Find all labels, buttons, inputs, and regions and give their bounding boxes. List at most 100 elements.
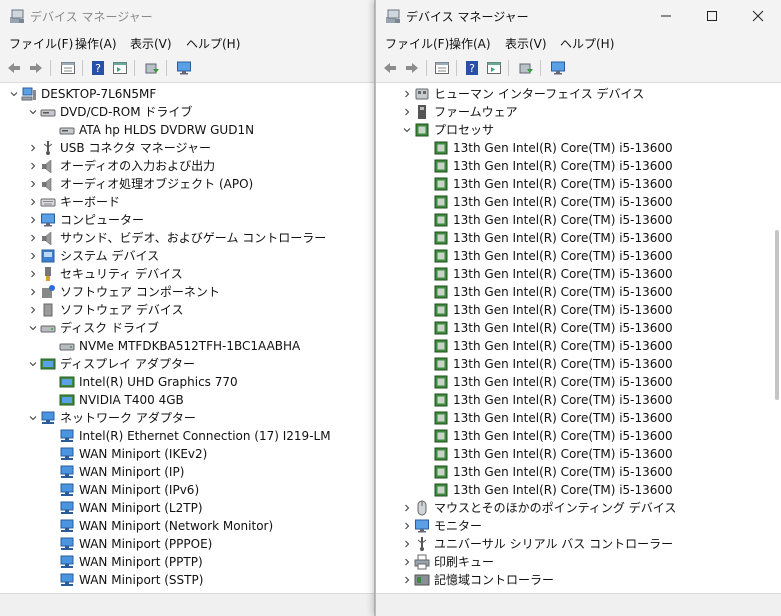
menu-action[interactable]: 操作(A) xyxy=(75,35,117,52)
chevron-down-icon[interactable] xyxy=(8,85,20,103)
chevron-right-icon[interactable] xyxy=(401,85,413,103)
menu-action[interactable]: 操作(A) xyxy=(449,35,491,52)
menu-file[interactable]: ファイル(F) xyxy=(385,35,449,52)
tree-item[interactable]: 13th Gen Intel(R) Core(TM) i5-13600 xyxy=(376,373,781,391)
tree-item[interactable]: 13th Gen Intel(R) Core(TM) i5-13600 xyxy=(376,337,781,355)
chevron-right-icon[interactable] xyxy=(27,211,39,229)
tree-item[interactable]: Intel(R) UHD Graphics 770 xyxy=(0,373,374,391)
device-tree[interactable]: DESKTOP-7L6N5MF DVD/CD-ROM ドライブ ATA hp HLD… xyxy=(0,83,374,594)
vertical-scrollbar[interactable] xyxy=(775,230,779,400)
chevron-right-icon[interactable] xyxy=(27,247,39,265)
action-pane-icon[interactable] xyxy=(484,58,504,78)
scan-hardware-icon[interactable] xyxy=(142,58,162,78)
chevron-down-icon[interactable] xyxy=(27,103,39,121)
tree-item[interactable]: DVD/CD-ROM ドライブ xyxy=(0,103,374,121)
chevron-down-icon[interactable] xyxy=(27,319,39,337)
tree-item[interactable]: オーディオ処理オブジェクト (APO) xyxy=(0,175,374,193)
tree-item[interactable]: ディスク ドライブ xyxy=(0,319,374,337)
tree-item[interactable]: USB コネクタ マネージャー xyxy=(0,139,374,157)
tree-item[interactable]: 13th Gen Intel(R) Core(TM) i5-13600 xyxy=(376,175,781,193)
chevron-down-icon[interactable] xyxy=(27,355,39,373)
tree-item[interactable]: 13th Gen Intel(R) Core(TM) i5-13600 xyxy=(376,229,781,247)
tree-item[interactable]: ヒューマン インターフェイス デバイス xyxy=(376,85,781,103)
menu-view[interactable]: 表示(V) xyxy=(130,35,172,52)
help-icon[interactable]: ? xyxy=(88,58,108,78)
close-button[interactable] xyxy=(735,0,781,32)
chevron-right-icon[interactable] xyxy=(27,301,39,319)
tree-item[interactable]: ネットワーク アダプター xyxy=(0,409,374,427)
menu-view[interactable]: 表示(V) xyxy=(505,35,547,52)
title-bar[interactable]: デバイス マネージャー xyxy=(376,0,781,32)
tree-item[interactable]: モニター xyxy=(376,517,781,535)
tree-item[interactable]: WAN Miniport (PPPOE) xyxy=(0,535,374,553)
tree-item[interactable]: サウンド、ビデオ、およびゲーム コントローラー xyxy=(0,229,374,247)
forward-arrow-icon[interactable] xyxy=(26,58,46,78)
help-icon[interactable]: ? xyxy=(462,58,482,78)
monitor-icon[interactable] xyxy=(174,58,194,78)
tree-item[interactable]: ファームウェア xyxy=(376,103,781,121)
title-bar[interactable]: デバイス マネージャー xyxy=(0,0,374,32)
tree-item[interactable]: 13th Gen Intel(R) Core(TM) i5-13600 xyxy=(376,247,781,265)
tree-item[interactable]: キーボード xyxy=(0,193,374,211)
chevron-right-icon[interactable] xyxy=(401,571,413,589)
properties-icon[interactable] xyxy=(58,58,78,78)
minimize-button[interactable] xyxy=(643,0,689,32)
tree-item[interactable]: 13th Gen Intel(R) Core(TM) i5-13600 xyxy=(376,193,781,211)
tree-item[interactable]: 13th Gen Intel(R) Core(TM) i5-13600 xyxy=(376,445,781,463)
tree-item[interactable]: 13th Gen Intel(R) Core(TM) i5-13600 xyxy=(376,301,781,319)
scan-hardware-icon[interactable] xyxy=(516,58,536,78)
action-pane-icon[interactable] xyxy=(110,58,130,78)
monitor-icon[interactable] xyxy=(548,58,568,78)
tree-item[interactable]: ATA hp HLDS DVDRW GUD1N xyxy=(0,121,374,139)
tree-item[interactable]: 13th Gen Intel(R) Core(TM) i5-13600 xyxy=(376,481,781,499)
tree-item[interactable]: 13th Gen Intel(R) Core(TM) i5-13600 xyxy=(376,391,781,409)
menu-file[interactable]: ファイル(F) xyxy=(9,35,73,52)
tree-item[interactable]: 13th Gen Intel(R) Core(TM) i5-13600 xyxy=(376,463,781,481)
tree-item[interactable]: WAN Miniport (L2TP) xyxy=(0,499,374,517)
tree-item[interactable]: オーディオの入力および出力 xyxy=(0,157,374,175)
chevron-right-icon[interactable] xyxy=(27,193,39,211)
tree-item[interactable]: NVIDIA T400 4GB xyxy=(0,391,374,409)
tree-item[interactable]: マウスとそのほかのポインティング デバイス xyxy=(376,499,781,517)
back-arrow-icon[interactable] xyxy=(380,58,400,78)
menu-help[interactable]: ヘルプ(H) xyxy=(560,35,614,52)
chevron-right-icon[interactable] xyxy=(27,265,39,283)
chevron-right-icon[interactable] xyxy=(27,157,39,175)
device-tree[interactable]: ヒューマン インターフェイス デバイス ファームウェア プロセッサ 13th Gen … xyxy=(376,83,781,594)
chevron-right-icon[interactable] xyxy=(401,535,413,553)
tree-item[interactable]: WAN Miniport (IP) xyxy=(0,463,374,481)
tree-item[interactable]: コンピューター xyxy=(0,211,374,229)
tree-item[interactable]: 13th Gen Intel(R) Core(TM) i5-13600 xyxy=(376,157,781,175)
chevron-right-icon[interactable] xyxy=(401,553,413,571)
tree-item[interactable]: ディスプレイ アダプター xyxy=(0,355,374,373)
tree-item[interactable]: 印刷キュー xyxy=(376,553,781,571)
tree-item[interactable]: 13th Gen Intel(R) Core(TM) i5-13600 xyxy=(376,427,781,445)
tree-item[interactable]: WAN Miniport (PPTP) xyxy=(0,553,374,571)
chevron-right-icon[interactable] xyxy=(27,283,39,301)
chevron-right-icon[interactable] xyxy=(27,229,39,247)
chevron-right-icon[interactable] xyxy=(401,517,413,535)
tree-item[interactable]: ユニバーサル シリアル バス コントローラー xyxy=(376,535,781,553)
tree-item[interactable]: ソフトウェア デバイス xyxy=(0,301,374,319)
tree-item[interactable]: Intel(R) Ethernet Connection (17) I219-L… xyxy=(0,427,374,445)
chevron-right-icon[interactable] xyxy=(27,175,39,193)
tree-item[interactable]: 13th Gen Intel(R) Core(TM) i5-13600 xyxy=(376,265,781,283)
tree-item[interactable]: 記憶域コントローラー xyxy=(376,571,781,589)
tree-item[interactable]: セキュリティ デバイス xyxy=(0,265,374,283)
tree-item[interactable]: NVMe MTFDKBA512TFH-1BC1AABHA xyxy=(0,337,374,355)
tree-item[interactable]: ソフトウェア コンポーネント xyxy=(0,283,374,301)
forward-arrow-icon[interactable] xyxy=(402,58,422,78)
tree-item[interactable]: 13th Gen Intel(R) Core(TM) i5-13600 xyxy=(376,355,781,373)
tree-item[interactable]: 13th Gen Intel(R) Core(TM) i5-13600 xyxy=(376,409,781,427)
chevron-right-icon[interactable] xyxy=(27,139,39,157)
tree-item[interactable]: WAN Miniport (IKEv2) xyxy=(0,445,374,463)
tree-item[interactable]: WAN Miniport (SSTP) xyxy=(0,571,374,589)
maximize-button[interactable] xyxy=(689,0,735,32)
tree-item[interactable]: 13th Gen Intel(R) Core(TM) i5-13600 xyxy=(376,319,781,337)
chevron-down-icon[interactable] xyxy=(27,409,39,427)
tree-item[interactable]: 13th Gen Intel(R) Core(TM) i5-13600 xyxy=(376,283,781,301)
tree-item[interactable]: WAN Miniport (IPv6) xyxy=(0,481,374,499)
back-arrow-icon[interactable] xyxy=(4,58,24,78)
tree-item[interactable]: 13th Gen Intel(R) Core(TM) i5-13600 xyxy=(376,139,781,157)
menu-help[interactable]: ヘルプ(H) xyxy=(186,35,240,52)
